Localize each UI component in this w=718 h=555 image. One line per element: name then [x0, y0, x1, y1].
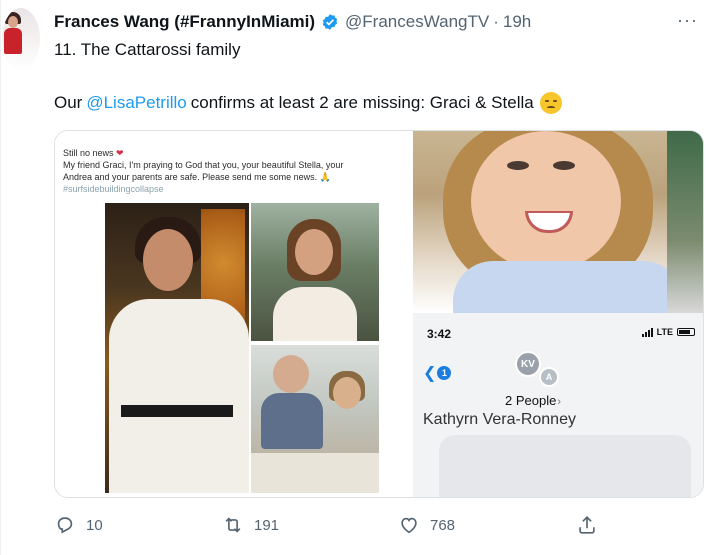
like-button[interactable]: 768: [398, 514, 455, 536]
tweet-text-prefix: Our: [54, 93, 83, 112]
people-count: 2 People: [505, 393, 557, 408]
chevron-left-icon: ❮: [423, 365, 437, 382]
reply-count: 10: [86, 516, 103, 534]
praying-hands-icon: 🙏: [319, 172, 331, 182]
phone-status-time: 3:42: [427, 327, 452, 341]
mention-link[interactable]: @LisaPetrillo: [86, 93, 186, 113]
tweet-actions: 10 191 768: [54, 514, 614, 540]
group-people-label: 2 People›: [505, 393, 561, 408]
pensive-face-icon: [539, 92, 562, 114]
tweet-media[interactable]: Still no news ❤ My friend Graci, I'm pra…: [54, 130, 704, 498]
media-instagram-card[interactable]: Still no news ❤ My friend Graci, I'm pra…: [55, 131, 413, 497]
card-line1: Still no news: [63, 148, 114, 158]
tweet-text-line1: 11. The Cattarossi family: [54, 40, 241, 59]
like-count: 768: [430, 516, 456, 534]
contact-avatar-a: A: [539, 367, 559, 387]
share-icon: [579, 516, 595, 534]
more-options-icon[interactable]: ···: [677, 10, 698, 31]
card-line2: My friend Graci, I'm praying to God that…: [63, 160, 344, 170]
chevron-right-icon: ›: [557, 396, 561, 408]
unread-badge: 1: [437, 366, 452, 380]
media-imessage-screenshot[interactable]: 3:42 LTE ❮ 1 KV A 2 People› Kathyrn Vera…: [413, 313, 703, 497]
message-bubble: [439, 435, 691, 497]
retweet-count: 191: [254, 516, 280, 534]
card-line3: Andrea and your parents are safe. Please…: [63, 172, 318, 182]
separator-dot: ·: [493, 12, 499, 31]
share-button[interactable]: [576, 514, 608, 536]
contact-name: Kathyrn Vera-Ronney: [423, 411, 576, 428]
heart-outline-icon: [401, 517, 417, 534]
photo-woman: [105, 203, 249, 493]
reply-button[interactable]: 10: [54, 514, 103, 536]
tweet-text-suffix: confirms at least 2 are missing: Graci &…: [190, 93, 534, 112]
handle[interactable]: @FrancesWangTV: [345, 12, 489, 32]
reply-icon: [57, 517, 73, 534]
phone-carrier: LTE: [656, 327, 673, 337]
card-hashtag: #surfsidebuildingcollapse: [63, 184, 164, 194]
heart-icon: ❤: [116, 148, 124, 158]
photo-girl: [251, 203, 379, 341]
phone-status-bar: LTE: [641, 327, 695, 337]
tweet-header: Frances Wang (#FrannyInMiami) @FrancesWa…: [54, 10, 698, 34]
contact-avatar-kv: KV: [515, 351, 541, 377]
signal-icon: [641, 327, 654, 337]
card-caption: Still no news ❤ My friend Graci, I'm pra…: [63, 147, 393, 195]
tweet-text-line2: Our @LisaPetrillo confirms at least 2 ar…: [54, 92, 562, 114]
back-button: ❮ 1: [423, 363, 452, 383]
retweet-icon: [225, 517, 241, 533]
photo-smiling-girl[interactable]: [413, 131, 703, 313]
retweet-button[interactable]: 191: [222, 514, 279, 536]
verified-badge-icon: [321, 13, 339, 31]
photo-grandfather-girl: [251, 345, 379, 493]
timeline-rule: [0, 0, 1, 555]
display-name[interactable]: Frances Wang (#FrannyInMiami): [54, 12, 315, 32]
battery-icon: [677, 328, 695, 336]
timestamp[interactable]: 19h: [503, 12, 531, 32]
avatar[interactable]: [2, 8, 40, 70]
